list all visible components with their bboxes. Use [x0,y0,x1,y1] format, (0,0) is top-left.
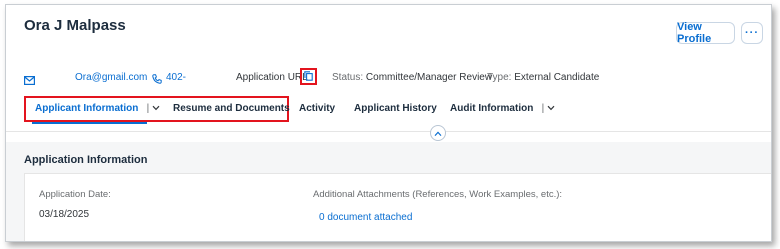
applicant-panel: Ora J Malpass View Profile ··· Ora@gmail… [5,4,772,242]
tab-resume-and-documents[interactable]: Resume and Documents [173,103,290,114]
tab-applicant-information[interactable]: Applicant Information | [35,103,160,114]
application-info-card: Application Date: 03/18/2025 Additional … [24,173,771,241]
tab-label: Audit Information [450,103,534,114]
tab-label: Applicant Information [35,103,139,114]
more-options-button[interactable]: ··· [741,22,763,44]
phone-icon [152,71,162,89]
attachments-link[interactable]: 0 document attached [319,212,412,223]
type-field: Type: External Candidate [487,72,599,83]
type-label: Type: [487,72,512,83]
application-date-value: 03/18/2025 [39,209,90,220]
application-date-label: Application Date: [39,189,111,200]
status-field: Status: Committee/Manager Review [332,72,492,83]
chevron-down-icon[interactable] [152,103,160,114]
phone-link[interactable]: 402- [166,72,186,83]
chevron-up-icon [434,124,442,142]
copy-url-button[interactable] [300,68,317,85]
applicant-name: Ora J Malpass [24,17,126,34]
application-url-label: Application URL [236,72,308,83]
status-value: Committee/Manager Review [365,72,493,83]
attachments-label: Additional Attachments (References, Work… [313,189,563,200]
status-label: Status: [332,72,364,83]
header-divider [6,131,771,132]
tab-applicant-history[interactable]: Applicant History [354,103,437,114]
mail-icon [24,72,36,90]
view-profile-button[interactable]: View Profile [676,21,735,45]
copy-icon [304,68,313,86]
active-tab-indicator [32,122,147,124]
email-link[interactable]: Ora@gmail.com [75,72,147,83]
tab-separator: | [536,103,545,114]
tab-activity[interactable]: Activity [299,103,335,114]
type-value: External Candidate [514,72,600,83]
tab-audit-information[interactable]: Audit Information | [450,103,555,114]
section-title: Application Information [24,154,148,166]
chevron-down-icon[interactable] [547,103,555,114]
tab-separator: | [141,103,150,114]
collapse-header-button[interactable] [430,125,446,141]
